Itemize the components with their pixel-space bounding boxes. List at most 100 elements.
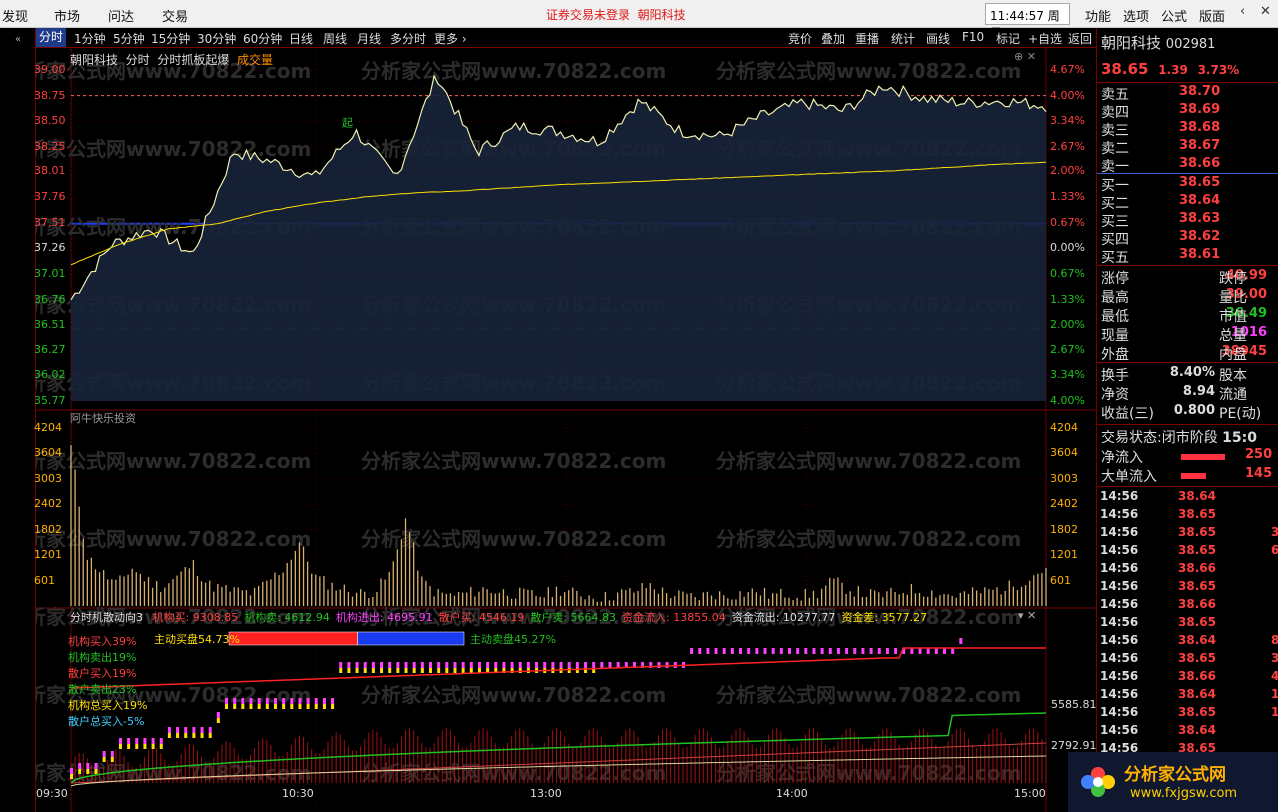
btn-f10[interactable]: F10 [962, 30, 984, 44]
watermark-text: 分析家公式网www.70822.com [361, 59, 666, 83]
watermark-text: 分析家公式网www.70822.com [36, 761, 311, 785]
institution-block [216, 712, 220, 718]
chart-window-controls[interactable]: ⊕ ✕ [1014, 50, 1036, 63]
menu-discover[interactable]: 发现 [2, 6, 28, 25]
close-icon[interactable]: ✕ [1260, 4, 1271, 19]
institution-block [176, 727, 180, 733]
price-chart: 起 [70, 74, 1047, 401]
menu-market[interactable]: 市场 [54, 6, 80, 25]
institution-block [845, 648, 849, 654]
tick-price: 38.66 [1178, 561, 1216, 575]
tab-more[interactable]: 更多 › [434, 30, 467, 47]
retail-block [151, 744, 155, 749]
bid-label: 买三 [1101, 214, 1129, 230]
tick-price: 38.65 [1178, 525, 1216, 539]
institution-block [127, 738, 131, 744]
indicator-item-label: 资金流入: [622, 611, 670, 624]
quote-stock-name: 朝阳科技 [1101, 34, 1162, 52]
indicator-item-value: 4612.94 [280, 611, 330, 624]
back-arrow-icon[interactable]: ‹ [1240, 4, 1245, 19]
btn-add-watch[interactable]: +自选 [1028, 30, 1062, 47]
stat-label: 涨停 [1101, 271, 1129, 287]
retail-block [127, 744, 131, 749]
menu-trade[interactable]: 交易 [162, 6, 188, 25]
menu-formula[interactable]: 公式 [1161, 6, 1187, 25]
stat-label: 现量 [1101, 328, 1129, 344]
tab-15min[interactable]: 15分钟 [151, 30, 190, 47]
indicator-values: 机构买: 9308.85 机构卖: 4612.94 机构进出: 4695.91 散户买… [147, 611, 928, 624]
tab-weekly[interactable]: 周线 [323, 30, 347, 47]
indicator-item-value: 5664.83 [567, 611, 617, 624]
stat2-label: 收益(三) [1101, 406, 1154, 422]
btn-replay[interactable]: 重播 [855, 30, 879, 47]
btn-mark[interactable]: 标记 [996, 30, 1020, 47]
btn-back[interactable]: 返回 [1068, 30, 1092, 47]
volume-tick-label-left: 3003 [34, 471, 62, 485]
menu-layout[interactable]: 版面 [1199, 6, 1225, 25]
tab-60min[interactable]: 60分钟 [243, 30, 282, 47]
time-label-0930: 09:30 [36, 787, 68, 800]
institution-block [926, 648, 930, 654]
institution-block [836, 648, 840, 654]
btn-overlay[interactable]: 叠加 [821, 30, 845, 47]
pct-tick-label: 4.00% [1050, 88, 1085, 102]
tab-30min[interactable]: 30分钟 [197, 30, 236, 47]
retail-block [428, 668, 432, 673]
btn-auction[interactable]: 竞价 [788, 30, 812, 47]
btn-draw[interactable]: 画线 [926, 30, 950, 47]
login-notice[interactable]: 证券交易未登录 朝阳科技 [546, 6, 686, 23]
tab-daily[interactable]: 日线 [289, 30, 313, 47]
retail-block [273, 704, 277, 709]
institution-block [918, 648, 922, 654]
indicator-item: 资金流出: 10277.77 [732, 611, 836, 624]
indicator-item-value: 4695.91 [383, 611, 433, 624]
tick-time: 14:56 [1100, 561, 1139, 575]
tab-5min[interactable]: 5分钟 [113, 30, 145, 47]
indicator-item-label: 散户买: [438, 611, 476, 624]
retail-block [518, 668, 522, 673]
tab-multi[interactable]: 多分时 [390, 30, 426, 47]
side-arrows-icon[interactable]: « [0, 28, 36, 88]
btn-stats[interactable]: 统计 [891, 30, 915, 47]
indicator-item: 资金差: 3577.27 [841, 611, 927, 624]
price-tick-label: 38.75 [34, 88, 66, 102]
indicator-controls[interactable]: ▾ ✕ [1018, 609, 1036, 622]
menu-wenda[interactable]: 问达 [108, 6, 134, 25]
institution-block [698, 648, 702, 654]
menu-function[interactable]: 功能 [1085, 6, 1111, 25]
top-menu-bar: 发现 市场 问达 交易 证券交易未登录 朝阳科技 11:44:57 周日 功能 … [0, 0, 1278, 40]
tab-1min[interactable]: 1分钟 [74, 30, 106, 47]
separator [1097, 173, 1278, 174]
chart-sub-volume: 成交量 [236, 53, 273, 67]
menu-options[interactable]: 选项 [1123, 6, 1149, 25]
volume-label: 阿牛快乐投资 [70, 412, 136, 425]
login-notice-text[interactable]: 证券交易未登录 [546, 8, 630, 22]
tick-price: 38.65 [1178, 615, 1216, 629]
retail-block [290, 704, 294, 709]
watermark-text: 分析家公式网www.70822.com [361, 449, 666, 473]
institution-block [445, 662, 449, 668]
quote-pct: 3.73% [1197, 63, 1240, 77]
stock-name-link[interactable]: 朝阳科技 [638, 8, 686, 22]
institution-block [934, 648, 938, 654]
tab-monthly[interactable]: 月线 [357, 30, 381, 47]
retail-block [396, 668, 400, 673]
institution-block [86, 763, 90, 769]
watermark-text: 分析家公式网www.70822.com [361, 683, 666, 707]
institution-block [282, 698, 286, 704]
bid-label: 买一 [1101, 178, 1129, 194]
tab-fenshi[interactable]: 分时 [36, 28, 67, 47]
main-chart-area[interactable]: 分析家公式网www.70822.com 分析家公式网www.70822.com 分析… [36, 48, 1096, 812]
tick-price: 38.65 [1178, 579, 1216, 593]
retail-block [102, 757, 106, 762]
institution-block [869, 648, 873, 654]
retail-block [192, 733, 196, 738]
separator [1097, 82, 1278, 83]
stat-label-2: 内盘 [1219, 347, 1247, 363]
institution-block [273, 698, 277, 704]
price-tick-label: 35.77 [34, 394, 66, 407]
tick-volume: 6 [1271, 543, 1278, 557]
ask-label: 卖四 [1101, 105, 1129, 121]
indicator-item-label: 机构买: [152, 611, 190, 624]
tick-time: 14:56 [1100, 597, 1139, 611]
